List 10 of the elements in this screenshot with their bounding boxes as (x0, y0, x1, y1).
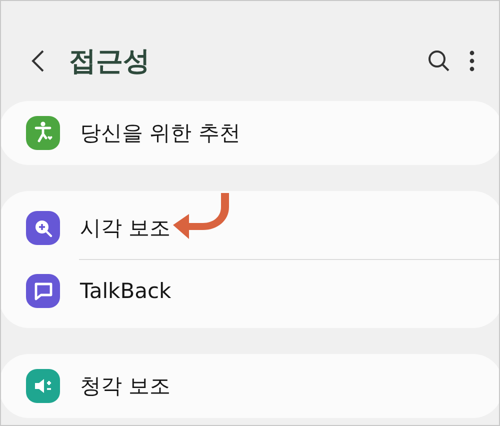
back-icon (31, 49, 45, 73)
settings-item[interactable]: 청각 보조 (1, 360, 499, 412)
settings-item[interactable]: 당신을 위한 추천 (1, 107, 499, 159)
search-icon (427, 49, 451, 73)
more-options-icon (469, 50, 475, 72)
more-options-button[interactable] (469, 50, 475, 72)
page-title: 접근성 (69, 45, 151, 79)
search-button[interactable] (427, 49, 451, 73)
settings-item[interactable]: 시각 보조 (1, 197, 499, 259)
settings-item[interactable]: TalkBack (1, 260, 499, 322)
